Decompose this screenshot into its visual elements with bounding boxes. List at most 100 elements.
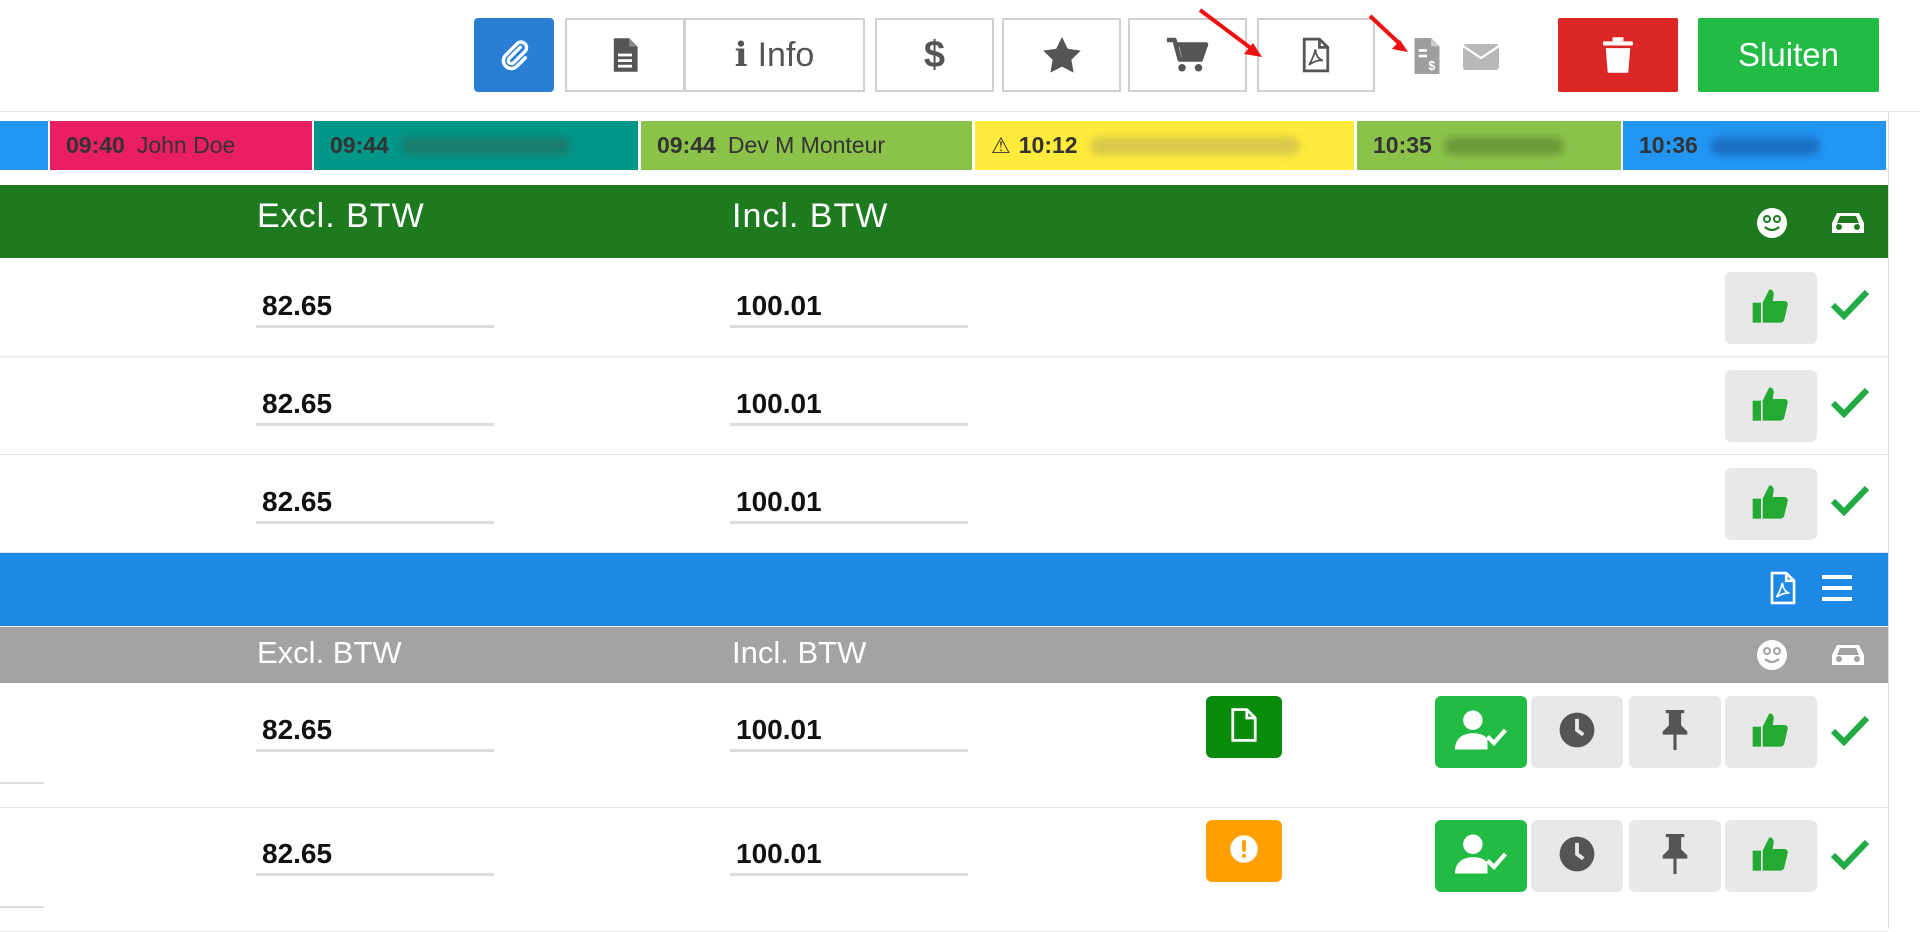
check-icon: [1830, 838, 1870, 875]
clock-icon: [1558, 711, 1596, 754]
timeline-appointment[interactable]: 09:44: [314, 121, 638, 170]
table-row: 82.65 100.01: [0, 356, 1888, 455]
appointment-time: 09:44: [330, 132, 389, 158]
column-header-incl: Incl. BTW: [732, 635, 867, 670]
thumbs-up-icon: [1751, 482, 1791, 527]
assign-user-button[interactable]: [1435, 820, 1527, 892]
redacted-name: [1443, 136, 1564, 155]
section-header: Excl. BTW Incl. BTW: [0, 185, 1888, 258]
timeline-appointment[interactable]: 09:44 Dev M Monteur: [641, 121, 972, 170]
pin-icon: [1658, 709, 1692, 755]
section-header: Excl. BTW Incl. BTW: [0, 627, 1888, 683]
approve-button[interactable]: [1725, 272, 1817, 344]
star-icon: [1042, 37, 1081, 73]
pin-icon: [1658, 833, 1692, 879]
table-row: 82.65 100.01: [0, 684, 1888, 808]
timeline-appointment[interactable]: 09:40 John Doe: [50, 121, 312, 170]
incl-btw-field[interactable]: 100.01: [730, 382, 968, 426]
mail-icon[interactable]: [1462, 44, 1501, 72]
pdf-icon: [1302, 37, 1330, 73]
row-underline: [0, 782, 44, 784]
price-button[interactable]: $: [875, 18, 994, 92]
smiley-icon: [1757, 208, 1787, 238]
excl-btw-field[interactable]: 82.65: [256, 708, 494, 752]
svg-text:$: $: [1428, 59, 1435, 73]
column-header-excl: Excl. BTW: [257, 197, 425, 235]
user-check-icon: [1455, 834, 1507, 879]
redacted-name: [1089, 136, 1300, 155]
approve-button[interactable]: [1725, 820, 1817, 892]
thumbs-up-icon: [1751, 710, 1791, 755]
arrow-annotation-pdf: [1198, 8, 1262, 57]
pin-button[interactable]: [1629, 696, 1721, 768]
redacted-name: [1709, 136, 1820, 155]
info-label: Info: [757, 35, 815, 74]
dollar-icon: $: [923, 33, 946, 76]
favorite-button[interactable]: [1002, 18, 1121, 92]
info-icon: i: [734, 35, 748, 75]
pdf-button[interactable]: [1257, 18, 1375, 92]
paperclip-icon: [501, 40, 529, 71]
appointment-time: 10:36: [1639, 132, 1698, 158]
arrow-annotation-invoice: [1368, 14, 1408, 52]
warning-icon: ⚠: [991, 132, 1011, 158]
section-bar: [0, 553, 1888, 626]
table-row: 82.65 100.01: [0, 258, 1888, 357]
thumbs-up-icon: [1751, 286, 1791, 331]
pin-button[interactable]: [1629, 820, 1721, 892]
appointment-time: 10:35: [1373, 132, 1432, 158]
approve-button[interactable]: [1725, 370, 1817, 442]
invoice-icon[interactable]: $: [1413, 38, 1443, 74]
approve-button[interactable]: [1725, 696, 1817, 768]
check-icon: [1830, 484, 1870, 521]
timeline-appointment[interactable]: 10:36: [1623, 121, 1886, 170]
excl-btw-field[interactable]: 82.65: [256, 382, 494, 426]
incl-btw-field[interactable]: 100.01: [730, 284, 968, 328]
user-check-icon: [1455, 710, 1507, 755]
document-button[interactable]: [565, 18, 685, 92]
delete-button[interactable]: [1558, 18, 1678, 92]
check-icon: [1830, 714, 1870, 751]
right-scrollbar-edge: [1888, 111, 1889, 929]
timeline-appointment[interactable]: ⚠ 10:12: [975, 121, 1354, 170]
warning-status-button[interactable]: [1206, 820, 1282, 882]
check-icon: [1830, 288, 1870, 325]
trash-icon: [1603, 37, 1633, 73]
info-button[interactable]: i Info: [684, 18, 865, 92]
excl-btw-field[interactable]: 82.65: [256, 480, 494, 524]
incl-btw-field[interactable]: 100.01: [730, 708, 968, 752]
assign-user-button[interactable]: [1435, 696, 1527, 768]
timeline-appointment[interactable]: 10:35: [1357, 121, 1621, 170]
pdf-icon[interactable]: [1770, 571, 1796, 605]
document-icon: [1230, 707, 1258, 747]
thumbs-up-icon: [1751, 834, 1791, 879]
time-button[interactable]: [1531, 696, 1623, 768]
close-label: Sluiten: [1738, 36, 1839, 73]
car-icon: [1832, 645, 1864, 665]
appointment-name: Dev M Monteur: [727, 132, 886, 158]
incl-btw-field[interactable]: 100.01: [730, 832, 968, 876]
attachment-button[interactable]: [474, 18, 554, 92]
appointment-time: 09:44: [657, 132, 716, 158]
toolbar-separator: [0, 111, 1920, 112]
table-row: 82.65 100.01: [0, 454, 1888, 553]
table-row: 82.65 100.01: [0, 808, 1888, 932]
appointment-name: John Doe: [136, 132, 236, 158]
menu-icon[interactable]: [1822, 575, 1852, 601]
smiley-icon: [1757, 640, 1787, 670]
check-icon: [1830, 386, 1870, 423]
appointment-time: 10:12: [1018, 132, 1078, 158]
document-status-button[interactable]: [1206, 696, 1282, 758]
timeline-edge[interactable]: [0, 121, 48, 170]
approve-button[interactable]: [1725, 468, 1817, 540]
clock-icon: [1558, 835, 1596, 878]
column-header-excl: Excl. BTW: [257, 635, 402, 670]
close-button[interactable]: Sluiten: [1698, 18, 1879, 92]
incl-btw-field[interactable]: 100.01: [730, 480, 968, 524]
excl-btw-field[interactable]: 82.65: [256, 284, 494, 328]
time-button[interactable]: [1531, 820, 1623, 892]
thumbs-up-icon: [1751, 384, 1791, 429]
excl-btw-field[interactable]: 82.65: [256, 832, 494, 876]
column-header-incl: Incl. BTW: [732, 197, 889, 235]
document-icon: [613, 38, 638, 72]
